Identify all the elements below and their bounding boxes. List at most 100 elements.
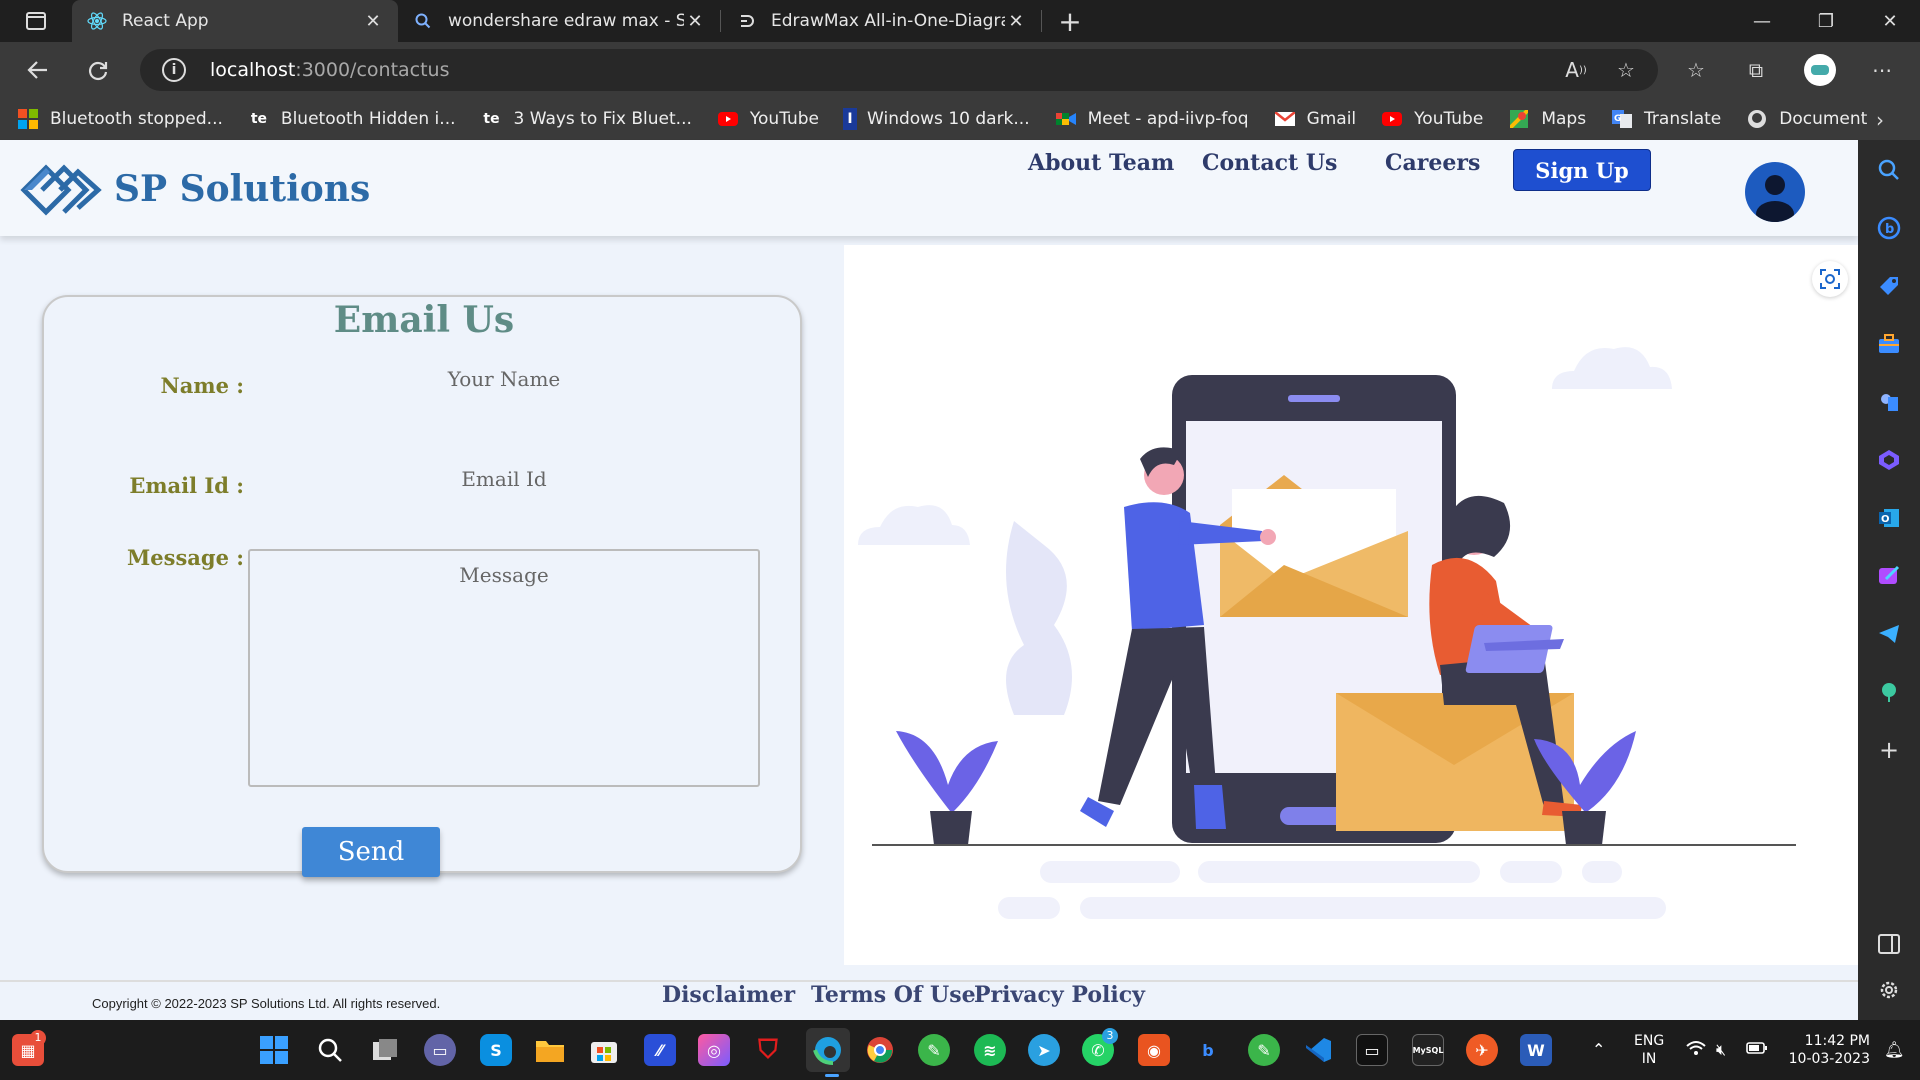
message-textarea[interactable] [248, 549, 760, 787]
bookmark-item[interactable]: I Windows 10 dark... [843, 108, 1030, 130]
bookmark-item[interactable]: te Bluetooth Hidden i... [247, 108, 456, 130]
springtool-2-icon[interactable]: ✎ [1248, 1034, 1280, 1066]
minimize-icon[interactable]: — [1730, 0, 1794, 42]
terminal-icon[interactable]: ▭ [1356, 1034, 1388, 1066]
task-view-icon[interactable] [370, 1034, 402, 1066]
ubuntu-icon[interactable]: ◉ [1138, 1034, 1170, 1066]
email-input[interactable] [248, 461, 760, 497]
restore-icon[interactable]: ❐ [1794, 0, 1858, 42]
games-icon[interactable] [1875, 388, 1903, 416]
speaker-muted-icon[interactable]: 🔇︎ [1716, 1040, 1726, 1060]
bookmark-item[interactable]: Bluetooth stopped... [16, 108, 223, 130]
bookmark-item[interactable]: Gmail [1273, 108, 1356, 130]
sp-logo-icon [20, 164, 102, 216]
brand[interactable]: SP Solutions [20, 156, 370, 222]
contact-form-panel: Email Us Name : Email Id : Message : Sen… [0, 245, 844, 965]
nav-contact-us[interactable]: Contact Us [1202, 150, 1337, 176]
collections-icon[interactable]: ⧉ [1742, 56, 1770, 84]
close-tab-icon[interactable]: ✕ [684, 10, 706, 32]
mysql-icon[interactable]: MySQL [1412, 1034, 1444, 1066]
bookmark-item[interactable]: Document [1745, 108, 1867, 130]
shopping-tag-icon[interactable] [1875, 272, 1903, 300]
bookmark-label: 3 Ways to Fix Bluet... [513, 109, 692, 129]
editor-app-icon[interactable]: ⁄⁄ [644, 1034, 676, 1066]
mcafee-icon[interactable]: ⛉ [752, 1034, 784, 1066]
name-input[interactable] [248, 361, 760, 397]
footer-terms-link[interactable]: Terms Of Use [811, 982, 976, 1008]
bookmark-item[interactable]: Meet - apd-iivp-foq [1054, 108, 1249, 130]
office-icon[interactable] [1875, 446, 1903, 474]
profile-avatar-icon[interactable] [1804, 54, 1836, 86]
start-windows-icon[interactable] [258, 1034, 290, 1066]
nav-careers[interactable]: Careers [1385, 150, 1480, 176]
close-tab-icon[interactable]: ✕ [1005, 10, 1027, 32]
user-avatar-icon[interactable] [1745, 162, 1805, 222]
sign-up-button[interactable]: Sign Up [1513, 149, 1651, 191]
tools-briefcase-icon[interactable] [1875, 330, 1903, 358]
bookmark-item[interactable]: YouTube [1380, 108, 1483, 130]
add-favorite-icon[interactable]: ☆ [1612, 56, 1640, 84]
tab-edrawmax[interactable]: EdrawMax All-in-One-Diagram S ✕ [721, 0, 1041, 42]
url-input[interactable]: i localhost:3000/contactus [140, 49, 1658, 91]
footer-privacy-link[interactable]: Privacy Policy [974, 982, 1145, 1008]
tab-title: React App [122, 11, 209, 31]
tab-search[interactable]: wondershare edraw max - Search ✕ [398, 0, 720, 42]
nav-about-team[interactable]: About Team [1028, 150, 1174, 176]
bookmark-item[interactable]: Maps [1507, 108, 1586, 130]
tab-react-app[interactable]: React App ✕ [72, 0, 398, 42]
bookmark-label: YouTube [749, 109, 820, 129]
bookmark-item[interactable]: te 3 Ways to Fix Bluet... [480, 108, 692, 130]
tab-actions-button[interactable] [0, 0, 72, 42]
settings-gear-icon[interactable] [1875, 976, 1903, 1004]
bookmark-item[interactable]: G Translate [1610, 108, 1721, 130]
chrome-icon[interactable] [864, 1034, 896, 1066]
visual-search-icon[interactable] [1812, 261, 1848, 297]
back-arrow-icon[interactable] [12, 48, 64, 92]
svg-text:G: G [1614, 114, 1621, 124]
designer-icon[interactable] [1875, 562, 1903, 590]
edge-active-indicator [825, 1074, 839, 1077]
edge-sidebar: b O + [1858, 140, 1920, 1020]
telegram-icon[interactable] [1875, 620, 1903, 648]
new-tab-icon[interactable]: + [1050, 1, 1090, 41]
vscode-icon[interactable] [1302, 1034, 1334, 1066]
word-icon[interactable]: W [1520, 1034, 1552, 1066]
springtool-icon[interactable]: ✎ [918, 1034, 950, 1066]
clock[interactable]: 11:42 PM 10-03-2023 [1780, 1032, 1870, 1068]
bing-chat-icon[interactable]: b [1875, 214, 1903, 242]
site-footer: Copyright © 2022-2023 SP Solutions Ltd. … [0, 980, 1858, 1020]
wifi-icon[interactable] [1686, 1040, 1706, 1060]
add-sidebar-app-icon[interactable]: + [1875, 736, 1903, 764]
read-aloud-icon[interactable]: A)) [1562, 56, 1590, 84]
language-indicator[interactable]: ENG IN [1634, 1032, 1664, 1068]
tree-icon[interactable] [1875, 678, 1903, 706]
chevron-right-icon[interactable]: › [1876, 108, 1884, 132]
bookmark-item[interactable]: YouTube [716, 108, 819, 130]
search-icon[interactable] [1875, 156, 1903, 184]
bing-icon[interactable]: b [1192, 1034, 1224, 1066]
tray-chevron-up-icon[interactable]: ⌃ [1592, 1040, 1605, 1059]
outlook-icon[interactable]: O [1875, 504, 1903, 532]
teams-chat-icon[interactable]: ▭ [424, 1034, 456, 1066]
site-info-icon[interactable]: i [162, 58, 186, 82]
send-button[interactable]: Send [302, 827, 440, 877]
postman-icon[interactable]: ✈ [1466, 1034, 1498, 1066]
close-window-icon[interactable]: ✕ [1858, 0, 1920, 42]
spotify-icon[interactable]: ≋ [974, 1034, 1006, 1066]
more-options-icon[interactable]: ⋯ [1868, 56, 1896, 84]
skype-icon[interactable]: S [480, 1034, 512, 1066]
taskbar-search-icon[interactable] [314, 1034, 346, 1066]
split-screen-icon[interactable] [1875, 930, 1903, 958]
footer-disclaimer-link[interactable]: Disclaimer [662, 982, 795, 1008]
favorites-icon[interactable]: ☆ [1682, 56, 1710, 84]
refresh-icon[interactable] [72, 48, 124, 92]
ms-store-icon[interactable] [588, 1034, 620, 1066]
telegram-app-icon[interactable]: ➤ [1028, 1034, 1060, 1066]
edge-browser-icon[interactable] [806, 1028, 850, 1072]
file-explorer-icon[interactable] [534, 1034, 566, 1066]
battery-icon[interactable] [1746, 1040, 1768, 1059]
edraw-icon [735, 10, 757, 32]
notifications-bell-icon[interactable]: 🔔︎ [1884, 1040, 1904, 1059]
close-tab-icon[interactable]: ✕ [362, 10, 384, 32]
creative-cloud-icon[interactable]: ◎ [698, 1034, 730, 1066]
